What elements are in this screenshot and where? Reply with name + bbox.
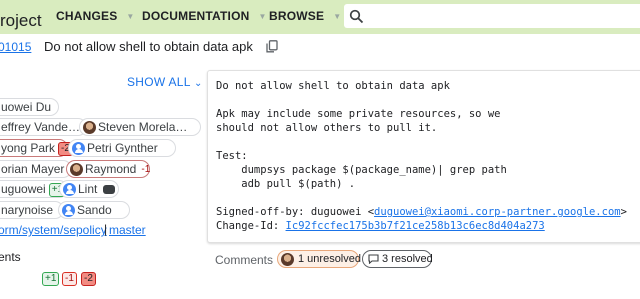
resolved-comments-chip[interactable]: 3 resolved (362, 250, 433, 268)
nav-browse-menu[interactable]: BROWSE ▼ (269, 9, 341, 23)
comment-icon (368, 254, 379, 264)
reviewer-name: Raymond (85, 162, 137, 176)
reviewer-chip[interactable]: uguowei +1 (0, 180, 68, 198)
change-id-link[interactable]: Ic92fccfec175b3b7f21ce258b13c6ec8d404a27… (286, 220, 545, 232)
reviewer-chip[interactable]: yong Park -2 (0, 139, 73, 157)
unresolved-comments-chip[interactable]: 1 unresolved (277, 250, 361, 268)
chevron-down-icon: ⌄ (193, 78, 203, 89)
reviewer-chip[interactable]: Raymond -1 (66, 160, 150, 178)
reviewer-name: Steven Morela… (98, 120, 188, 134)
unresolved-count: 1 unresolved (298, 253, 361, 265)
commit-message-line: adb pull $(path) . (216, 178, 356, 190)
brand-title[interactable]: roject (0, 11, 42, 31)
commit-message-line: Apk may include some private resources, … (216, 108, 501, 120)
vote-badge: -1 (141, 164, 151, 175)
comments-label: Comments (215, 253, 274, 267)
resolved-count: 3 resolved (382, 253, 433, 265)
account-icon (63, 182, 76, 196)
reviewer-name: Petri Gynther (87, 141, 158, 155)
reviewer-chip[interactable]: Sando (58, 201, 130, 219)
chevron-down-icon: ▼ (333, 12, 342, 21)
reviewer-chip[interactable]: Petri Gynther (68, 139, 176, 157)
reviewer-chip[interactable]: narynoise (0, 201, 64, 219)
vote-summary-plus1: +1 (42, 272, 60, 286)
commit-message-line: Test: (216, 150, 248, 162)
nav-documentation-menu[interactable]: DOCUMENTATION ▼ (142, 9, 267, 23)
reviewer-name: effrey Vande… (1, 120, 80, 134)
signed-off-line: Signed-off-by: duguowei <duguowei@xiaomi… (216, 206, 627, 218)
nav-changes-label: CHANGES (56, 9, 118, 23)
reviewer-name: Lint (78, 182, 98, 196)
owner-chip[interactable]: uowei Du (0, 98, 60, 116)
email-link[interactable]: duguowei@xiaomi.corp-partner.google.com (374, 206, 621, 218)
signed-off-suffix: > (620, 206, 627, 218)
chevron-down-icon: ▼ (258, 12, 267, 21)
reviewer-chip[interactable]: Lint (59, 180, 119, 198)
vote-summary-minus2: -2 (81, 272, 96, 286)
avatar (83, 120, 96, 134)
reviewer-chip[interactable]: effrey Vande… (0, 118, 87, 136)
account-icon (72, 141, 85, 155)
change-id-prefix: Change-Id: (216, 220, 286, 232)
chevron-down-icon: ▼ (126, 12, 135, 21)
nav-documentation-label: DOCUMENTATION (142, 9, 250, 23)
reviewer-name: narynoise (1, 203, 54, 217)
nav-changes-menu[interactable]: CHANGES ▼ (56, 9, 135, 23)
reviewer-name: orian Mayer (1, 162, 65, 176)
section-label: ents (0, 250, 21, 264)
robot-icon (102, 185, 115, 194)
commit-message-line: Do not allow shell to obtain data apk (216, 80, 450, 92)
reviewer-chip[interactable]: Steven Morela… (79, 118, 201, 136)
branch-link[interactable]: master (109, 223, 146, 237)
avatar (281, 252, 294, 266)
reviewer-name: Sando (77, 203, 112, 217)
avatar (70, 162, 83, 176)
show-all-button[interactable]: SHOW ALL ⌄ (127, 75, 203, 89)
search-input[interactable] (370, 7, 634, 27)
change-subject: Do not allow shell to obtain data apk (44, 39, 253, 54)
account-icon (62, 203, 75, 217)
commit-message-line: should not allow others to pull it. (216, 122, 438, 134)
search-box[interactable] (344, 4, 640, 28)
top-app-bar: roject CHANGES ▼ DOCUMENTATION ▼ BROWSE ▼ (0, 0, 640, 34)
nav-browse-label: BROWSE (269, 9, 325, 23)
show-all-label: SHOW ALL (127, 75, 191, 89)
change-number-link[interactable]: 01015 (0, 40, 31, 54)
change-id-line: Change-Id: Ic92fccfec175b3b7f21ce258b13c… (216, 220, 545, 232)
commit-message-line: dumpsys package $(package_name)| grep pa… (216, 164, 507, 176)
search-icon (349, 9, 364, 24)
copy-icon[interactable] (266, 40, 278, 53)
repo-link[interactable]: orm/system/sepolicy (0, 223, 107, 237)
vote-summary-minus1: -1 (62, 272, 77, 286)
owner-name: uowei Du (1, 100, 52, 114)
reviewer-chip[interactable]: orian Mayer (0, 160, 72, 178)
commit-message-box: Do not allow shell to obtain data apk Ap… (207, 70, 640, 243)
separator: | (104, 222, 108, 236)
reviewer-name: uguowei (1, 182, 46, 196)
reviewer-name: yong Park (1, 141, 56, 155)
signed-off-prefix: Signed-off-by: duguowei < (216, 206, 375, 218)
